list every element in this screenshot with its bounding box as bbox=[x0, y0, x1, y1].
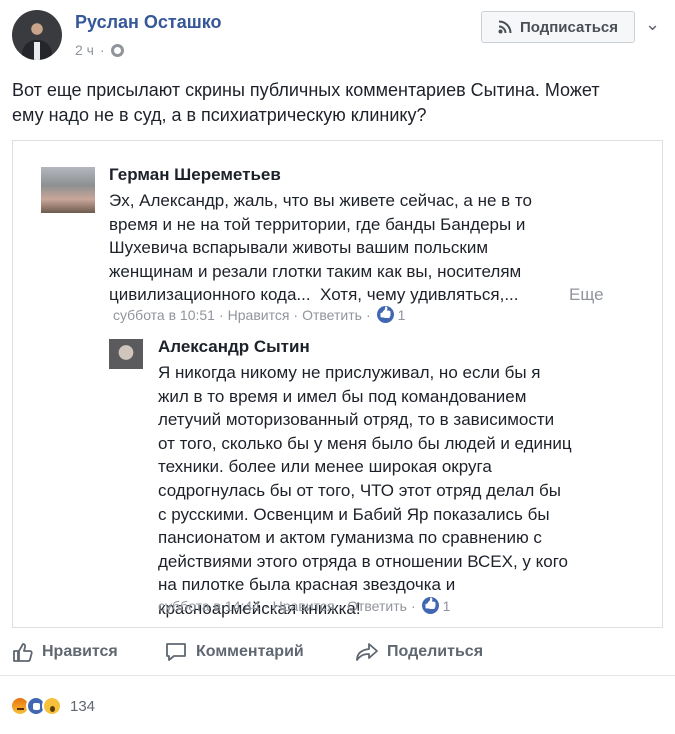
meta-dot: · bbox=[338, 597, 344, 614]
like-label: Нравится bbox=[42, 643, 118, 660]
meta-dot: · bbox=[218, 306, 224, 323]
comment-time-1: суббота в 10:51 bbox=[113, 306, 215, 323]
meta-dot: · bbox=[263, 597, 269, 614]
comment-label: Комментарий bbox=[196, 643, 304, 660]
like-button[interactable]: Нравится bbox=[12, 641, 118, 663]
post-header: Руслан Осташко 2 ч · Подписаться ⌄ bbox=[0, 0, 675, 70]
comment-likes-1: 1 bbox=[397, 306, 406, 323]
meta-dot: · bbox=[410, 597, 416, 614]
meta-separator: · bbox=[99, 42, 105, 58]
comment-text-2: Я никогда никому не прислуживал, но если… bbox=[158, 363, 572, 618]
comment-author-2: Александр Сытин bbox=[158, 337, 310, 356]
comment-meta-2: суббота в 14:44 · Нравится · Ответить · … bbox=[158, 597, 450, 614]
meta-dot: · bbox=[293, 306, 299, 323]
comment-text-1: Эх, Александр, жаль, что вы живете сейча… bbox=[109, 191, 532, 305]
reactions-summary[interactable]: 134 bbox=[10, 696, 95, 716]
comment-icon bbox=[166, 643, 186, 661]
comment-avatar-2 bbox=[109, 339, 143, 369]
subscribe-label: Подписаться bbox=[519, 18, 619, 36]
comment-reply-link-2: Ответить bbox=[347, 597, 407, 614]
post-meta: 2 ч · bbox=[75, 42, 124, 58]
comment-author-1: Герман Шереметьев bbox=[109, 165, 281, 184]
comment-time-2: суббота в 14:44 bbox=[158, 597, 260, 614]
globe-icon bbox=[110, 43, 124, 57]
share-icon bbox=[356, 643, 378, 661]
share-button[interactable]: Поделиться bbox=[355, 641, 483, 663]
comment-avatar-1 bbox=[41, 167, 95, 213]
attached-screenshot[interactable]: Герман Шереметьев Эх, Александр, жаль, ч… bbox=[12, 140, 663, 628]
thumbs-up-icon bbox=[13, 643, 33, 662]
comment-like-link-2: Нравится bbox=[272, 597, 335, 614]
post-time[interactable]: 2 ч bbox=[75, 42, 94, 58]
comment-like-link-1: Нравится bbox=[227, 306, 290, 323]
like-badge-icon bbox=[376, 306, 394, 323]
post-text-line: ему надо не в суд, а в психиатрическую к… bbox=[12, 105, 427, 125]
post-text: Вот еще присылают скрины публичных комме… bbox=[12, 78, 662, 128]
post-options-chevron-icon[interactable]: ⌄ bbox=[645, 14, 660, 35]
comment-more-link: Еще bbox=[569, 285, 604, 304]
share-label: Поделиться bbox=[387, 643, 484, 660]
subscribe-button[interactable]: Подписаться bbox=[481, 11, 635, 43]
reactions-count[interactable]: 134 bbox=[70, 698, 95, 715]
author-avatar[interactable] bbox=[12, 10, 62, 60]
comment-meta-1: суббота в 10:51 · Нравится · Ответить · … bbox=[113, 306, 405, 323]
comment-button[interactable]: Комментарий bbox=[164, 641, 304, 663]
rss-icon bbox=[498, 20, 512, 34]
author-name[interactable]: Руслан Осташко bbox=[75, 12, 222, 33]
comment-likes-2: 1 bbox=[442, 597, 451, 614]
meta-dot: · bbox=[365, 306, 371, 323]
post-text-line: Вот еще присылают скрины публичных комме… bbox=[12, 80, 600, 100]
post-action-bar: Нравится Комментарий Поделиться bbox=[0, 632, 675, 676]
wow-reaction-icon bbox=[42, 696, 62, 716]
like-badge-icon bbox=[421, 597, 439, 614]
comment-reply-link-1: Ответить bbox=[302, 306, 362, 323]
